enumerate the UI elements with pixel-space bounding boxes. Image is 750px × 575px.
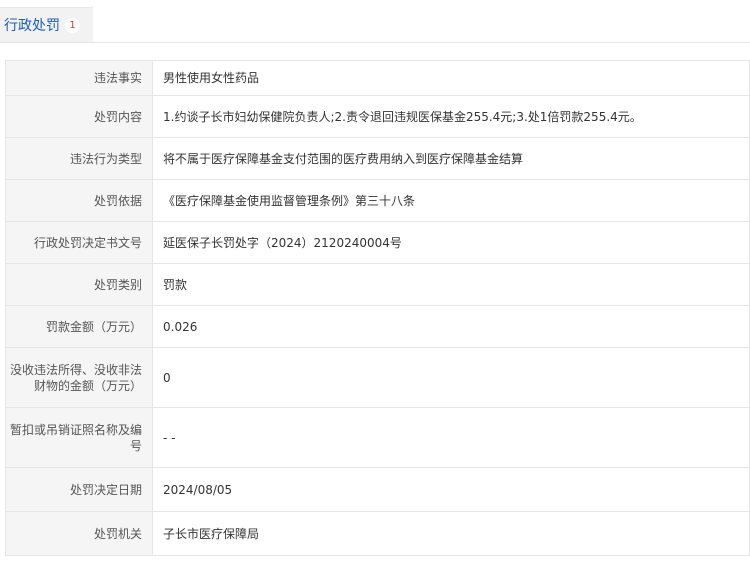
row-decision-date: 处罚决定日期 2024/08/05 (5, 467, 750, 512)
row-violation-type: 违法行为类型 将不属于医疗保障基金支付范围的医疗费用纳入到医疗保障基金结算 (5, 137, 750, 180)
label-decision-date: 处罚决定日期 (5, 467, 153, 512)
tab-label: 行政处罚 (4, 18, 60, 34)
row-penalty-category: 处罚类别 罚款 (5, 263, 750, 306)
label-penalty-authority: 处罚机关 (5, 511, 153, 556)
row-penalty-content: 处罚内容 1.约谈子长市妇幼保健院负责人;2.责令退回违规医保基金255.4元;… (5, 95, 750, 138)
value-license-suspension: - - (152, 407, 750, 468)
value-violation-type: 将不属于医疗保障基金支付范围的医疗费用纳入到医疗保障基金结算 (152, 137, 750, 180)
label-penalty-content: 处罚内容 (5, 95, 153, 138)
value-decision-date: 2024/08/05 (152, 467, 750, 512)
value-fine-amount: 0.026 (152, 305, 750, 348)
row-decision-number: 行政处罚决定书文号 延医保子长罚处字（2024）2120240004号 (5, 221, 750, 264)
label-license-suspension: 暂扣或吊销证照名称及编号 (5, 407, 153, 468)
value-penalty-basis: 《医疗保障基金使用监督管理条例》第三十八条 (152, 179, 750, 222)
tab-count-badge: 1 (65, 17, 80, 33)
row-fine-amount: 罚款金额（万元） 0.026 (5, 305, 750, 348)
value-confiscation-amount: 0 (152, 347, 750, 408)
label-confiscation-amount: 没收违法所得、没收非法财物的金额（万元） (5, 347, 153, 408)
value-decision-number: 延医保子长罚处字（2024）2120240004号 (152, 221, 750, 264)
label-penalty-category: 处罚类别 (5, 263, 153, 306)
label-violation-type: 违法行为类型 (5, 137, 153, 180)
tab-bar: 行政处罚 1 (0, 0, 750, 43)
value-penalty-authority: 子长市医疗保障局 (152, 511, 750, 556)
value-violation-facts: 男性使用女性药品 (152, 60, 750, 96)
label-penalty-basis: 处罚依据 (5, 179, 153, 222)
tab-administrative-penalty[interactable]: 行政处罚 1 (0, 7, 93, 42)
row-violation-facts: 违法事实 男性使用女性药品 (5, 60, 750, 96)
penalty-info-table: 违法事实 男性使用女性药品 处罚内容 1.约谈子长市妇幼保健院负责人;2.责令退… (5, 60, 750, 556)
value-penalty-category: 罚款 (152, 263, 750, 306)
value-penalty-content: 1.约谈子长市妇幼保健院负责人;2.责令退回违规医保基金255.4元;3.处1倍… (152, 95, 750, 138)
label-decision-number: 行政处罚决定书文号 (5, 221, 153, 264)
label-fine-amount: 罚款金额（万元） (5, 305, 153, 348)
row-penalty-authority: 处罚机关 子长市医疗保障局 (5, 511, 750, 556)
row-penalty-basis: 处罚依据 《医疗保障基金使用监督管理条例》第三十八条 (5, 179, 750, 222)
row-license-suspension: 暂扣或吊销证照名称及编号 - - (5, 407, 750, 468)
row-confiscation-amount: 没收违法所得、没收非法财物的金额（万元） 0 (5, 347, 750, 408)
label-violation-facts: 违法事实 (5, 60, 153, 96)
